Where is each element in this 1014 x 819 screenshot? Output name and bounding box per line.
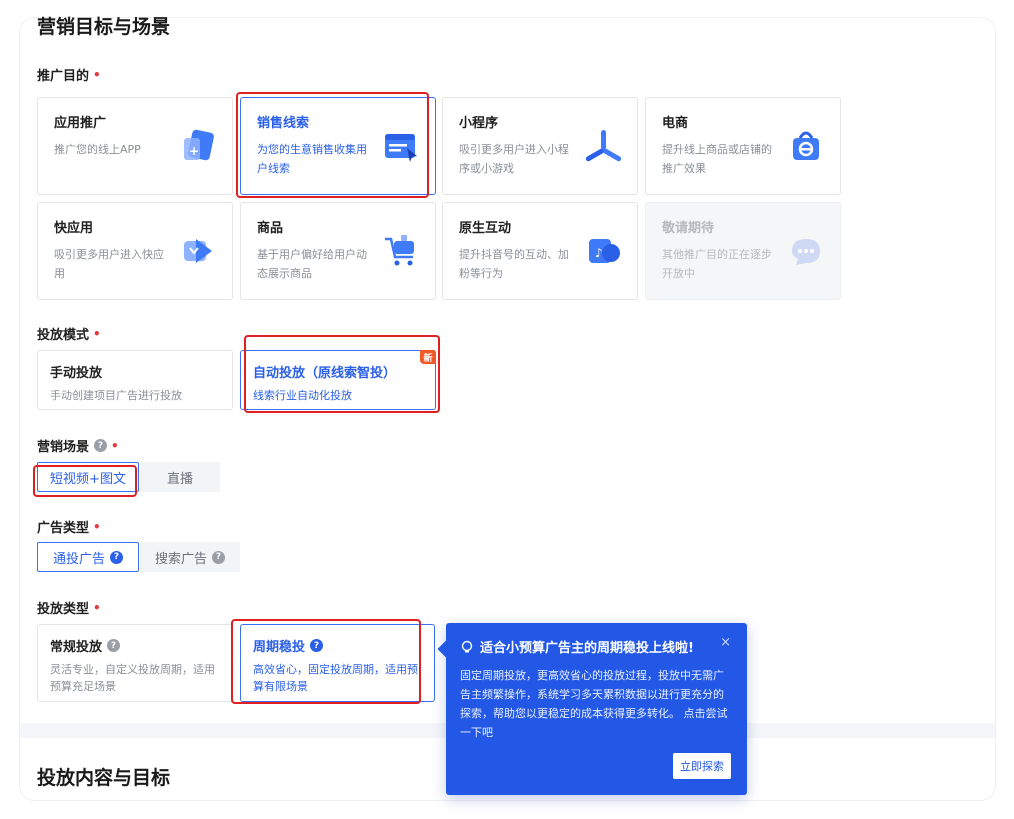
mode-title: 自动投放（原线索智投） (253, 366, 397, 381)
tile-quick-app[interactable]: 快应用 吸引更多用户进入快应用 (37, 202, 233, 300)
mode-manual[interactable]: 手动投放 手动创建项目广告进行投放 (37, 350, 233, 410)
section-title-marketing: 营销目标与场景 (37, 16, 171, 38)
adtype-search[interactable]: 搜索广告 ? (140, 542, 240, 572)
close-icon[interactable]: × (720, 635, 731, 650)
purpose-label-text: 推广目的 (37, 69, 90, 84)
tile-desc: 提升线上商品或店铺的推广效果 (662, 143, 772, 175)
tile-desc: 提升抖音号的互动、加粉等行为 (459, 248, 569, 280)
popup-title-text: 适合小预算广告主的周期稳投上线啦! (480, 641, 694, 656)
required-mark: • (93, 519, 101, 534)
scene-label-text: 营销场景 (37, 440, 90, 455)
mode-label-text: 投放模式 (37, 328, 90, 343)
tile-desc: 其他推广目的正在逐步开放中 (662, 248, 772, 280)
purpose-label: 推广目的 • (37, 65, 101, 85)
section-title-delivery-content: 投放内容与目标 (37, 767, 171, 789)
quick-app-icon (184, 239, 212, 263)
mode-auto[interactable]: 自动投放（原线索智投） 线索行业自动化投放 新 (240, 350, 436, 410)
app-promo-icon: + (184, 129, 214, 161)
tile-mini-program[interactable]: 小程序 吸引更多用户进入小程序或小游戏 (442, 97, 638, 195)
product-icon (385, 235, 414, 266)
help-icon[interactable]: ? (310, 639, 324, 652)
required-mark: • (93, 67, 101, 82)
tile-coming-soon: 敬请期待 其他推广目的正在逐步开放中 (645, 202, 841, 300)
help-icon[interactable]: ? (107, 639, 121, 652)
tile-sales-leads[interactable]: 销售线索 为您的生意销售收集用户线索 (240, 97, 436, 195)
delivery-title-text: 常规投放 (50, 640, 103, 655)
tile-ecommerce[interactable]: 电商 提升线上商品或店铺的推广效果 (645, 97, 841, 195)
help-icon[interactable]: ? (212, 550, 225, 564)
explore-button[interactable]: 立即探索 (673, 753, 731, 779)
adtype-general[interactable]: 通投广告 ? (37, 542, 139, 572)
delivery-label: 投放类型 • (37, 598, 101, 618)
adtype-label-text: 广告类型 (37, 521, 90, 536)
delivery-title-text: 周期稳投 (253, 640, 306, 655)
scene-live[interactable]: 直播 (140, 462, 220, 492)
delivery-periodic[interactable]: 周期稳投 ? 高效省心，固定投放周期，适用预算有限场景 (240, 624, 435, 702)
ecommerce-icon (793, 131, 819, 160)
required-mark: • (111, 438, 119, 453)
delivery-desc: 高效省心，固定投放周期，适用预算有限场景 (253, 663, 418, 693)
scene-short-video[interactable]: 短视频+图文 (37, 462, 139, 492)
tile-desc: 吸引更多用户进入小程序或小游戏 (459, 143, 569, 175)
mode-label: 投放模式 • (37, 324, 101, 344)
tile-app-promo[interactable]: 应用推广 推广您的线上APP + (37, 97, 233, 195)
tile-native-interaction[interactable]: 原生互动 提升抖音号的互动、加粉等行为 ♪ (442, 202, 638, 300)
mode-desc: 手动创建项目广告进行投放 (50, 389, 182, 402)
tile-product[interactable]: 商品 基于用户偏好给用户动态展示商品 (240, 202, 436, 300)
tile-desc: 基于用户偏好给用户动态展示商品 (257, 248, 367, 280)
required-mark: • (93, 600, 101, 615)
help-icon[interactable]: ? (110, 550, 123, 564)
coming-soon-icon (792, 239, 820, 265)
delivery-title: 周期稳投 ? (253, 636, 422, 655)
new-badge: 新 (420, 350, 436, 364)
lightbulb-icon (461, 640, 473, 652)
native-interaction-icon: ♪ (589, 239, 620, 263)
mini-program-icon (585, 130, 622, 162)
mode-title: 手动投放 (50, 366, 103, 381)
svg-text:♪: ♪ (595, 246, 603, 260)
tile-desc: 为您的生意销售收集用户线索 (257, 143, 367, 175)
help-icon[interactable]: ? (94, 439, 108, 452)
tile-desc: 推广您的线上APP (54, 143, 141, 156)
svg-text:+: + (189, 144, 199, 158)
delivery-desc: 灵活专业，自定义投放周期，适用预算充足场景 (50, 663, 215, 693)
delivery-title: 常规投放 ? (50, 636, 220, 655)
required-mark: • (93, 326, 101, 341)
promo-popup: 适合小预算广告主的周期稳投上线啦! × 固定周期投放，更高效省心的投放过程，投放… (437, 623, 747, 795)
adtype-general-label: 通投广告 (52, 551, 105, 567)
delivery-regular[interactable]: 常规投放 ? 灵活专业，自定义投放周期，适用预算充足场景 (37, 624, 233, 702)
mode-desc: 线索行业自动化投放 (253, 389, 352, 402)
adtype-label: 广告类型 • (37, 517, 101, 537)
popup-body: 固定周期投放，更高效省心的投放过程，投放中无需广告主频繁操作，系统学习多天累积数… (460, 669, 728, 739)
popup-title: 适合小预算广告主的周期稳投上线啦! (460, 637, 733, 656)
delivery-label-text: 投放类型 (37, 602, 90, 617)
adtype-search-label: 搜索广告 (154, 551, 207, 567)
tile-desc: 吸引更多用户进入快应用 (54, 248, 164, 280)
scene-label: 营销场景 ? • (37, 436, 119, 456)
sales-leads-icon (385, 134, 417, 162)
